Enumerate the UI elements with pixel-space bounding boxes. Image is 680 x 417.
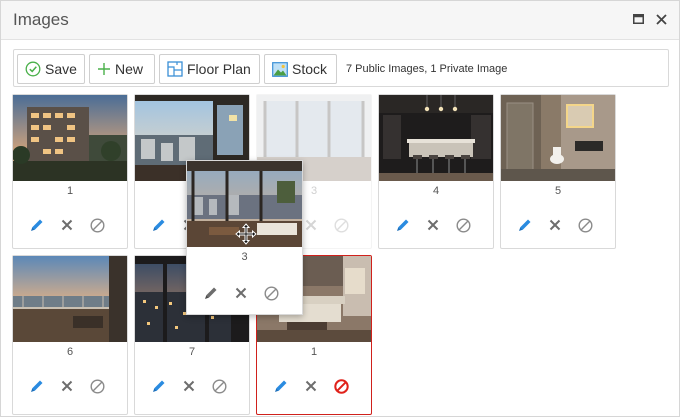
make-private-button[interactable]	[575, 215, 595, 235]
image-number: 5	[554, 185, 562, 197]
window-titlebar: Images	[1, 1, 679, 40]
image-thumbnail[interactable]	[501, 95, 615, 181]
make-private-button	[331, 215, 351, 235]
edit-button[interactable]	[271, 376, 291, 396]
block-icon	[455, 217, 471, 233]
image-thumbnail[interactable]	[379, 95, 493, 181]
make-private-button[interactable]	[87, 215, 107, 235]
pencil-icon	[31, 219, 43, 231]
pencil-icon	[153, 380, 165, 392]
image-number: 7	[188, 346, 196, 358]
close-icon	[61, 219, 73, 231]
floor-plan-button[interactable]: Floor Plan	[159, 54, 260, 84]
image-number: 3	[241, 251, 248, 263]
make-private-button[interactable]	[209, 376, 229, 396]
pencil-icon	[153, 219, 165, 231]
close-window-button[interactable]	[652, 10, 670, 28]
close-icon	[305, 219, 317, 231]
close-icon	[655, 13, 667, 25]
pencil-icon	[397, 219, 409, 231]
image-card[interactable]: 6	[12, 255, 128, 415]
close-icon	[61, 380, 73, 392]
delete-button	[301, 215, 321, 235]
block-icon	[211, 378, 227, 394]
make-public-button[interactable]	[331, 376, 351, 396]
image-count-status: 7 Public Images, 1 Private Image	[346, 63, 508, 75]
toolbar: Save New Floor Plan Stock 7 Public Image…	[13, 49, 669, 87]
new-button[interactable]: New	[89, 54, 155, 84]
pencil-icon	[519, 219, 531, 231]
edit-button[interactable]	[515, 215, 535, 235]
image-card[interactable]: 4	[378, 94, 494, 249]
block-icon	[263, 285, 279, 301]
make-private-button[interactable]	[453, 215, 473, 235]
make-private-button[interactable]	[87, 376, 107, 396]
image-card[interactable]: 5	[500, 94, 616, 249]
close-icon	[305, 380, 317, 392]
make-private-button[interactable]	[261, 283, 281, 303]
delete-button[interactable]	[179, 376, 199, 396]
check-circle-icon	[25, 61, 41, 77]
edit-button[interactable]	[201, 283, 221, 303]
image-number: 1	[310, 346, 318, 358]
delete-button[interactable]	[423, 215, 443, 235]
plus-icon	[98, 63, 110, 75]
new-label: New	[115, 61, 144, 77]
close-icon	[235, 287, 247, 299]
edit-button[interactable]	[393, 215, 413, 235]
image-number: 6	[66, 346, 74, 358]
window-title: Images	[13, 10, 69, 29]
close-icon	[427, 219, 439, 231]
save-button[interactable]: Save	[17, 54, 85, 84]
image-card[interactable]: 1	[12, 94, 128, 249]
delete-button[interactable]	[301, 376, 321, 396]
maximize-icon	[632, 14, 644, 24]
pencil-icon	[31, 380, 43, 392]
maximize-button[interactable]	[629, 10, 647, 28]
image-thumbnail[interactable]	[13, 95, 127, 181]
floor-plan-icon	[167, 61, 183, 77]
delete-button[interactable]	[57, 376, 77, 396]
move-cursor-icon	[235, 223, 257, 245]
pencil-icon	[275, 380, 287, 392]
edit-button[interactable]	[149, 376, 169, 396]
edit-button[interactable]	[149, 215, 169, 235]
block-icon	[333, 217, 349, 233]
image-thumbnail[interactable]	[13, 256, 127, 342]
edit-button[interactable]	[27, 215, 47, 235]
image-number: 1	[66, 185, 74, 197]
delete-button[interactable]	[57, 215, 77, 235]
block-icon	[577, 217, 593, 233]
delete-button[interactable]	[545, 215, 565, 235]
images-window: Images Save New Floor Plan Stock 7 Publi…	[0, 0, 680, 417]
close-icon	[549, 219, 561, 231]
stock-label: Stock	[292, 61, 328, 77]
floor-plan-label: Floor Plan	[187, 61, 251, 77]
pencil-icon	[205, 287, 217, 299]
image-icon	[272, 61, 288, 77]
block-icon	[89, 378, 105, 394]
stock-button[interactable]: Stock	[264, 54, 337, 84]
save-label: Save	[45, 61, 77, 77]
block-icon	[89, 217, 105, 233]
edit-button[interactable]	[27, 376, 47, 396]
delete-button[interactable]	[231, 283, 251, 303]
close-icon	[183, 380, 195, 392]
block-icon	[333, 378, 349, 394]
image-number: 4	[432, 185, 440, 197]
